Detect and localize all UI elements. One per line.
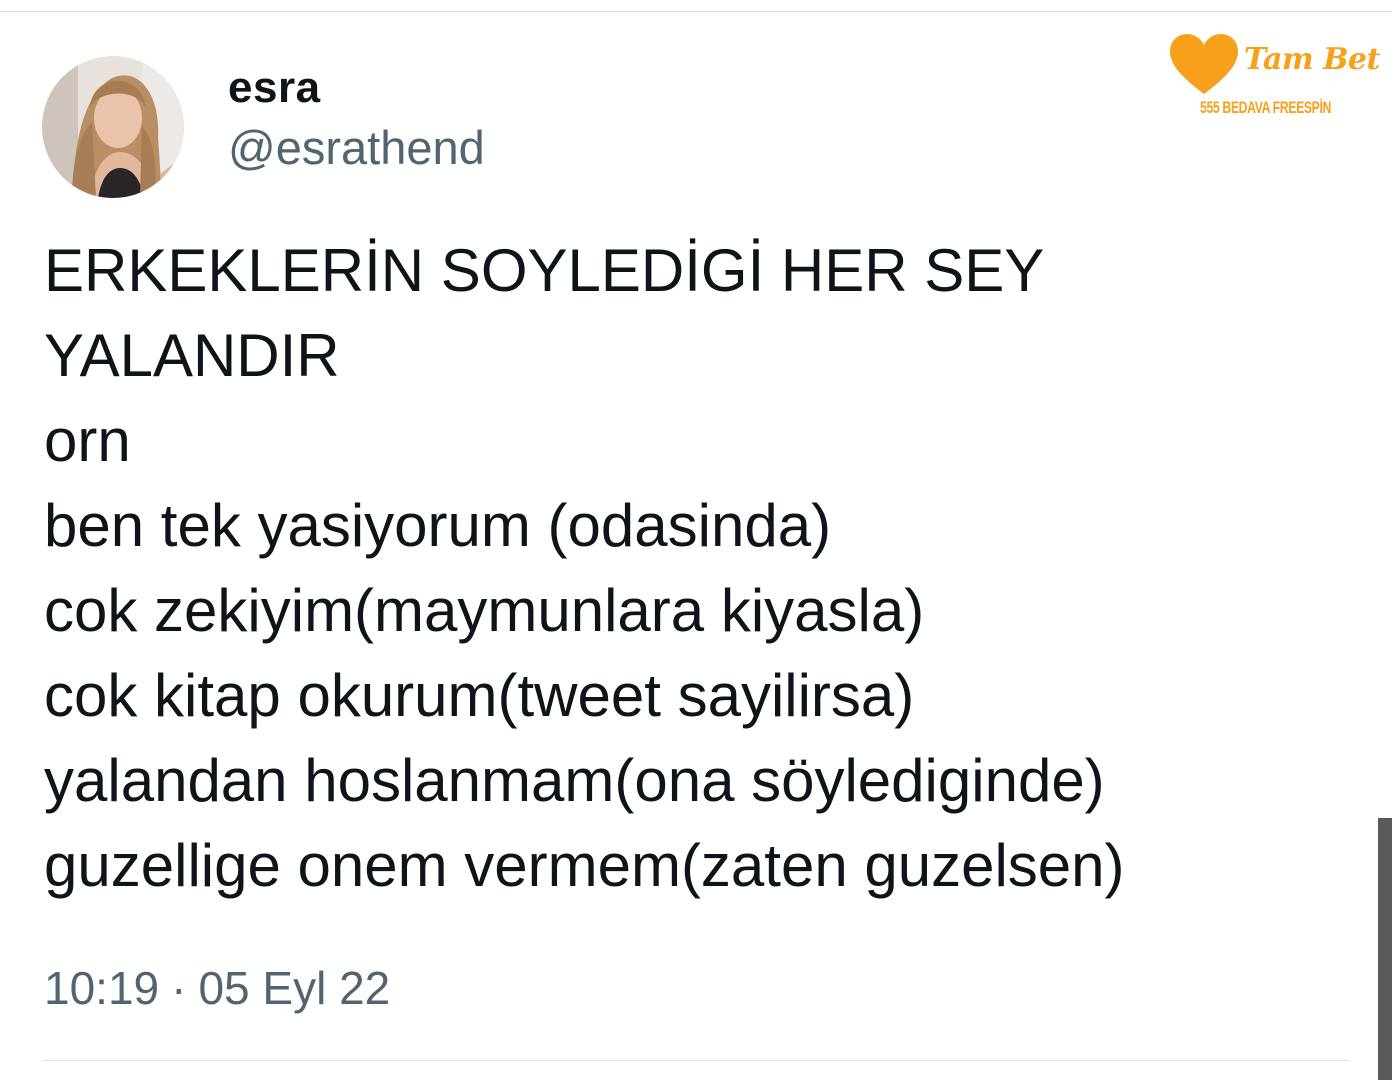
tweet-line: ben tek yasiyorum (odasinda) xyxy=(44,492,832,559)
tweet-line: orn xyxy=(44,407,131,474)
avatar[interactable] xyxy=(42,56,184,198)
watermark-brand: Tam Bet xyxy=(1244,42,1380,77)
tweet-line: YALANDIR xyxy=(44,322,340,389)
tweet-line: ERKEKLERİN SOYLEDİGİ HER SEY xyxy=(44,237,1045,304)
tweet-line: yalandan hoslanmam(ona söylediginde) xyxy=(44,747,1105,814)
display-name[interactable]: esra xyxy=(228,60,321,116)
tweet-time[interactable]: 10:19 xyxy=(44,962,159,1014)
tweet-date[interactable]: 05 Eyl 22 xyxy=(198,962,390,1014)
heart-icon xyxy=(1170,34,1238,94)
tweet-timestamp[interactable]: 10:19 · 05 Eyl 22 xyxy=(44,958,390,1018)
scrollbar[interactable] xyxy=(1378,818,1392,1080)
bottom-divider xyxy=(42,1060,1350,1061)
user-handle[interactable]: @esrathend xyxy=(228,118,485,178)
avatar-photo xyxy=(42,56,184,198)
tweet-line: cok zekiyim(maymunlara kiyasla) xyxy=(44,577,925,644)
tweet-text: ERKEKLERİN SOYLEDİGİ HER SEY YALANDIR or… xyxy=(44,228,1344,908)
top-divider xyxy=(0,11,1392,12)
tweet-line: guzellige onem vermem(zaten guzelsen) xyxy=(44,832,1125,899)
watermark-tagline: 555 BEDAVA FREESPİN xyxy=(1200,98,1332,117)
watermark-logo: Tam Bet 555 BEDAVA FREESPİN xyxy=(1168,30,1380,130)
meta-separator: · xyxy=(171,962,187,1014)
tweet-line: cok kitap okurum(tweet sayilirsa) xyxy=(44,662,915,729)
